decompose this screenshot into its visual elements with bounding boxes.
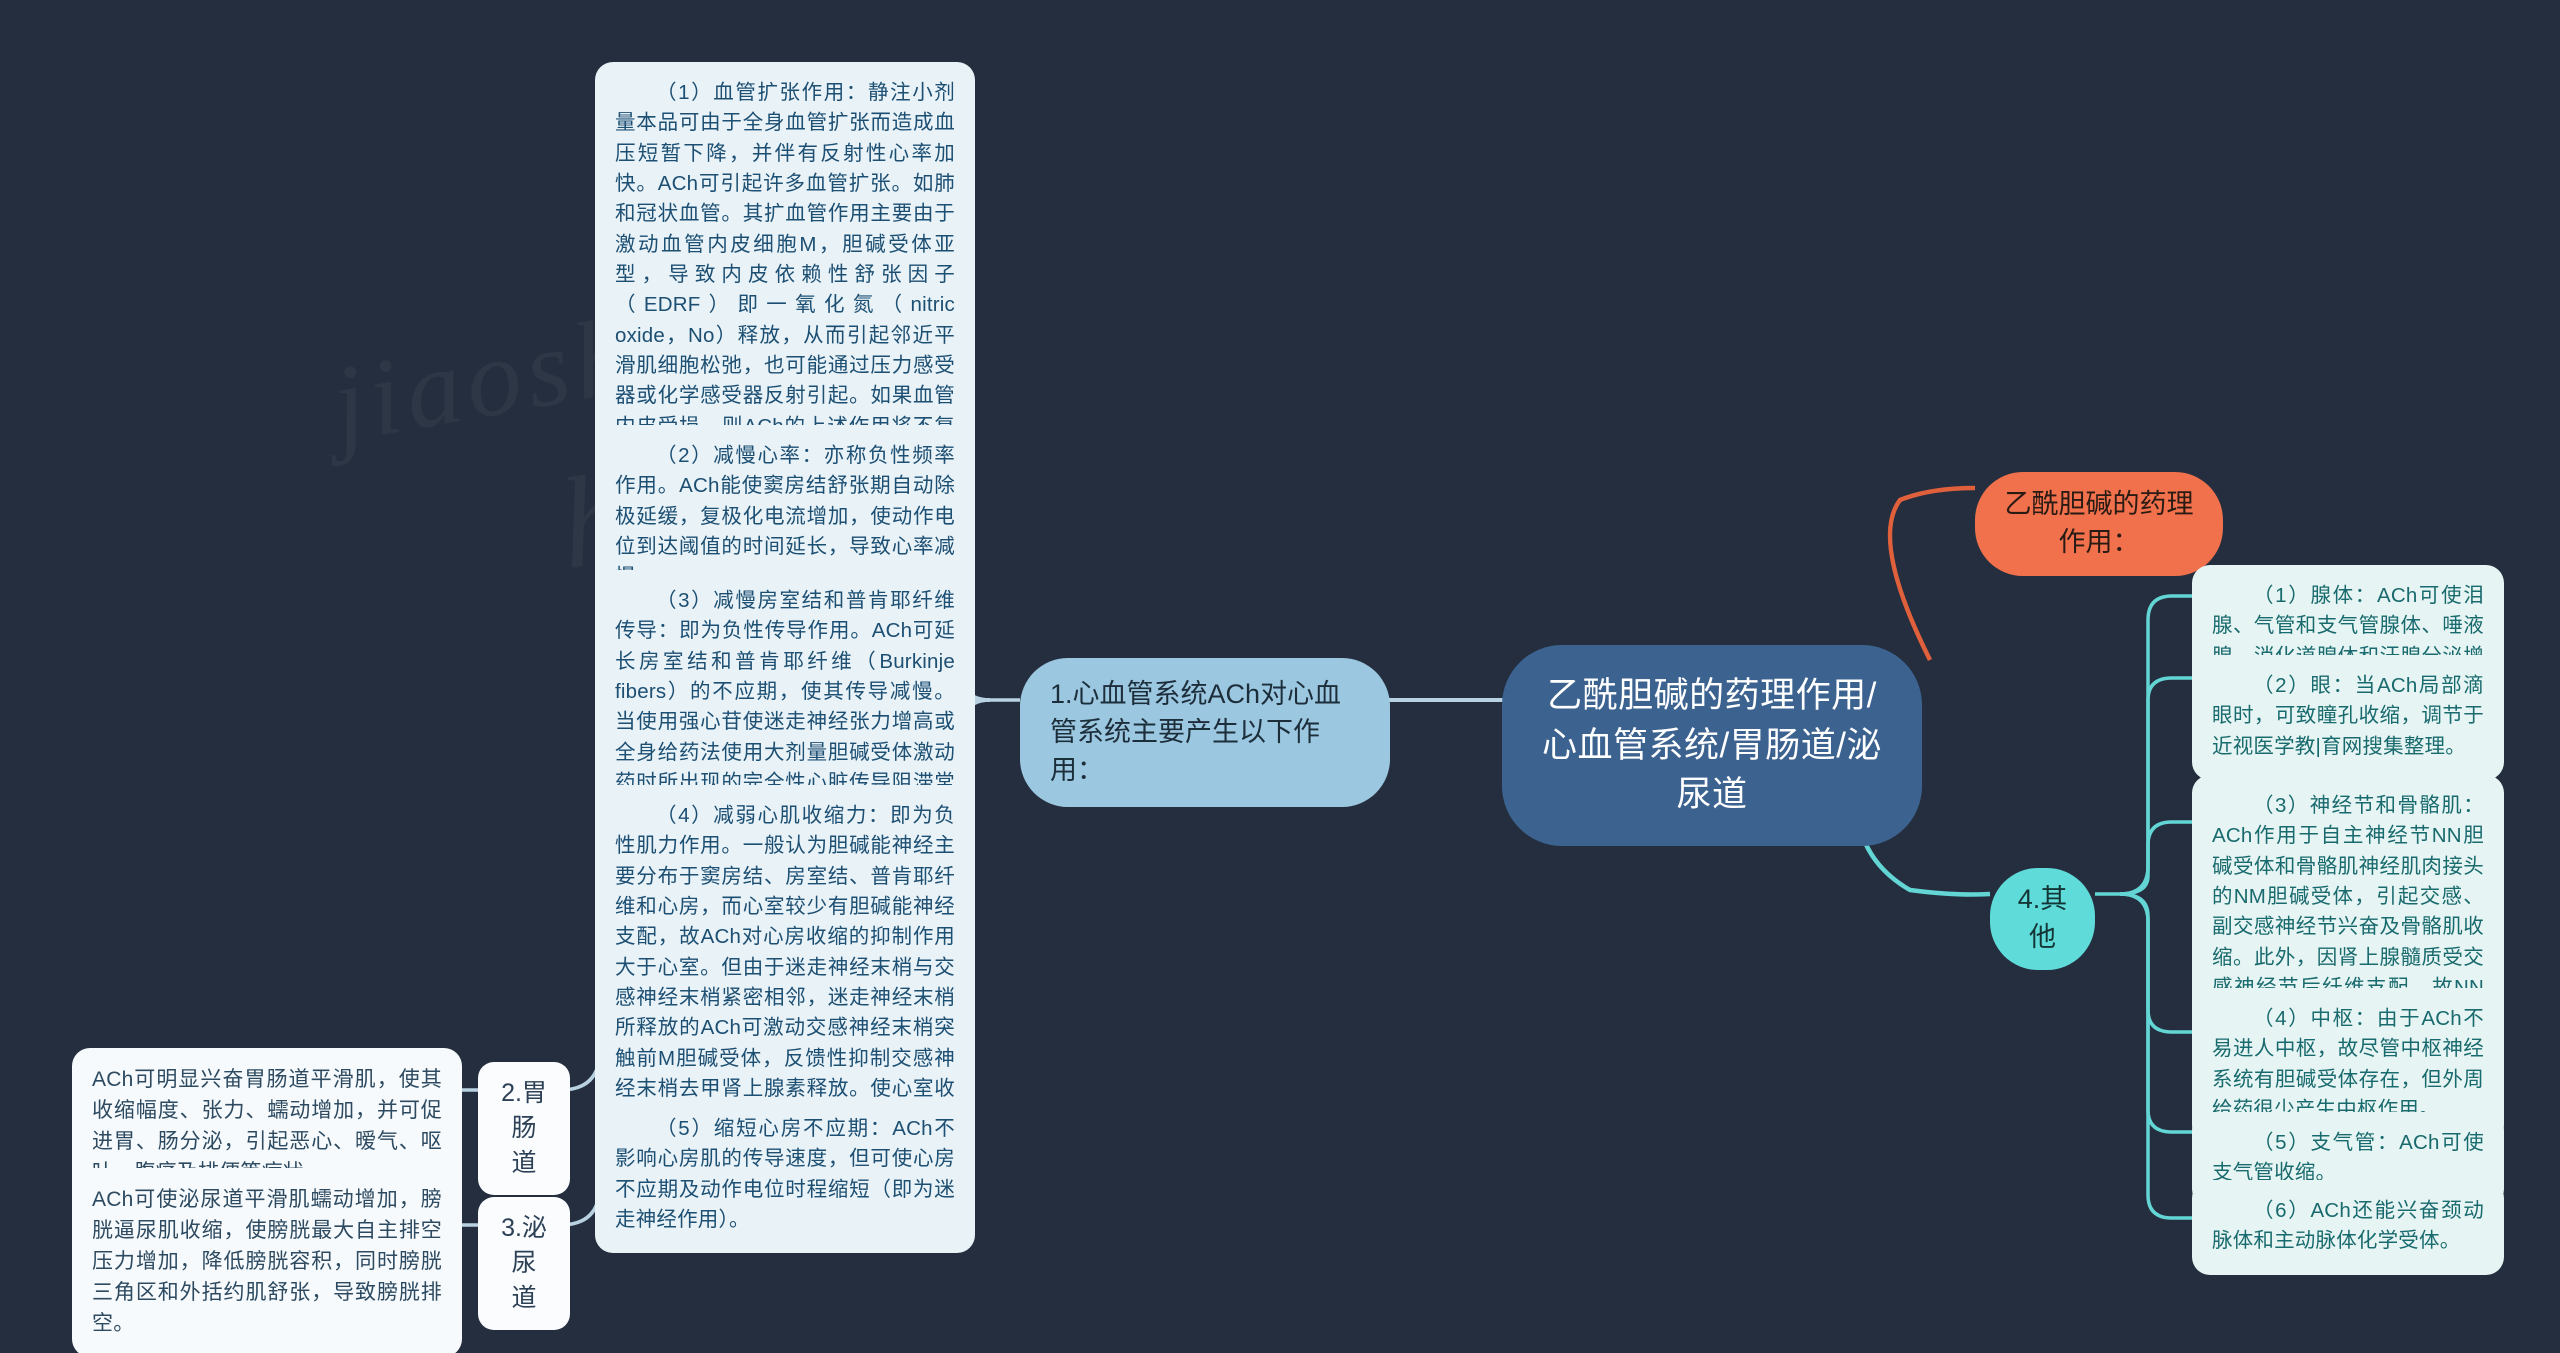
branch-cardiovascular[interactable]: 1.心血管系统ACh对心血管系统主要产生以下作用： bbox=[1020, 658, 1390, 808]
card-eye[interactable]: （2）眼：当ACh局部滴眼时，可致瞳孔收缩，调节于近视医学教|育网搜集整理。 bbox=[2192, 655, 2504, 780]
card-chemoreceptors[interactable]: （6）ACh还能兴奋颈动脉体和主动脉体化学受体。 bbox=[2192, 1180, 2504, 1275]
branch-others[interactable]: 4.其他 bbox=[1990, 868, 2095, 970]
branch-urinary[interactable]: 3.泌尿道 bbox=[478, 1197, 570, 1330]
branch-gastrointestinal[interactable]: 2.胃肠道 bbox=[478, 1062, 570, 1195]
mindmap-canvas: jiaoshi.cn huibi 乙酰胆碱的药理 bbox=[0, 0, 2560, 1353]
card-atrial-refractory[interactable]: （5）缩短心房不应期：ACh不影响心房肌的传导速度，但可使心房不应期及动作电位时… bbox=[595, 1098, 975, 1254]
branch-pharmacology-title[interactable]: 乙酰胆碱的药理作用： bbox=[1975, 472, 2223, 576]
root-node[interactable]: 乙酰胆碱的药理作用/心血管系统/胃肠道/泌尿道 bbox=[1502, 645, 1922, 847]
card-urinary[interactable]: ACh可使泌尿道平滑肌蠕动增加，膀胱逼尿肌收缩，使膀胱最大自主排空压力增加，降低… bbox=[72, 1168, 462, 1353]
